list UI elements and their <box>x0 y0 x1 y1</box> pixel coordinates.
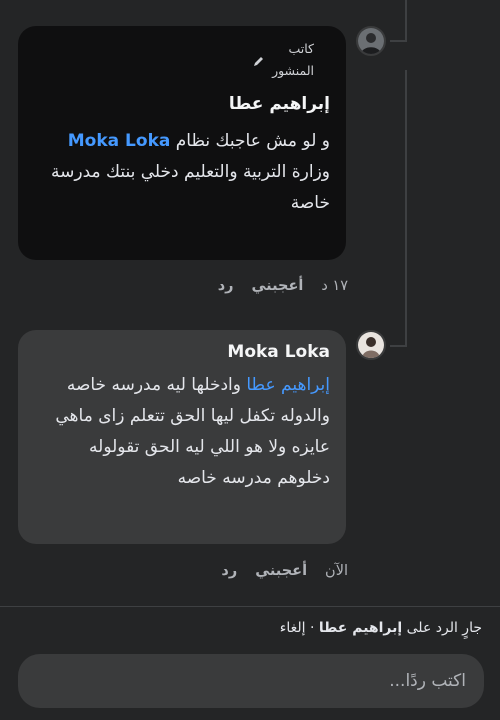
separator: · <box>305 620 319 636</box>
reply-button[interactable]: رد <box>218 278 234 294</box>
reply-input[interactable] <box>18 654 484 708</box>
thread-line-curve <box>390 40 407 42</box>
replying-to-bar: جارٍ الرد على إبراهيم عطا · إلغاء <box>280 620 482 636</box>
replying-to-name[interactable]: إبراهيم عطا <box>319 620 402 636</box>
avatar[interactable] <box>356 330 386 360</box>
comment-text-start: و لو مش عاجبك نظام <box>170 131 330 151</box>
author-badge: كاتب المنشور <box>254 38 314 82</box>
comment-text: إبراهيم عطا وادخلها ليه مدرسه خاصه والدو… <box>32 370 330 494</box>
comment-text: و لو مش عاجبك نظام Moka Loka وزارة الترب… <box>32 126 330 219</box>
pencil-icon <box>254 57 263 66</box>
like-button[interactable]: أعجبني <box>252 278 304 294</box>
mention-link[interactable]: إبراهيم عطا <box>246 375 330 395</box>
avatar[interactable] <box>356 26 386 56</box>
comment-actions: الآن أعجبني رد <box>203 563 348 579</box>
reply-button[interactable]: رد <box>221 563 237 579</box>
comment-bubble: Moka Loka إبراهيم عطا وادخلها ليه مدرسه … <box>18 330 346 544</box>
thread-line-mid <box>405 70 407 346</box>
timestamp[interactable]: الآن <box>325 563 348 579</box>
thread-line-branch <box>390 345 407 347</box>
like-button[interactable]: أعجبني <box>255 563 307 579</box>
thread-line-top <box>405 0 407 42</box>
user-photo-icon <box>358 332 384 358</box>
comment-author[interactable]: إبراهيم عطا <box>229 94 330 114</box>
divider <box>0 606 500 607</box>
comment-text-end: وزارة التربية والتعليم دخلي بنتك مدرسة خ… <box>51 162 330 213</box>
mention-link[interactable]: Moka Loka <box>68 131 171 151</box>
comment-bubble: كاتب المنشور إبراهيم عطا و لو مش عاجبك ن… <box>18 26 346 260</box>
replying-prefix: جارٍ الرد على <box>402 620 482 636</box>
comment-author[interactable]: Moka Loka <box>227 342 330 362</box>
timestamp[interactable]: ١٧ د <box>321 278 348 294</box>
cancel-reply-button[interactable]: إلغاء <box>280 620 306 636</box>
comment-actions: ١٧ د أعجبني رد <box>200 278 348 294</box>
user-photo-icon <box>358 28 384 54</box>
